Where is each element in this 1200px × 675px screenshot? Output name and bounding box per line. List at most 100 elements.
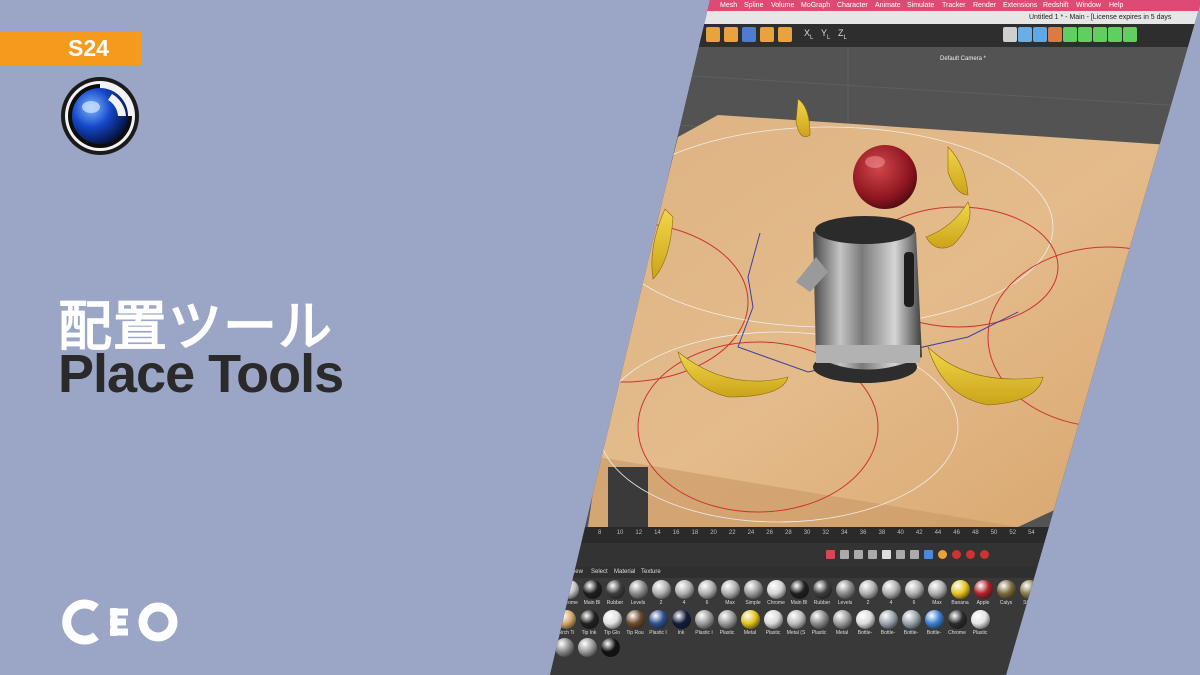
material-swatch[interactable]: Tip Glo xyxy=(601,610,623,636)
material-swatch[interactable]: Chrome xyxy=(558,580,580,606)
material-swatch[interactable]: Metal (S xyxy=(785,610,807,636)
material-swatch[interactable]: Ink xyxy=(670,610,692,636)
menu-animate[interactable]: Animate xyxy=(875,0,901,11)
cloner-icon[interactable] xyxy=(1123,27,1137,42)
record-button[interactable] xyxy=(952,550,961,559)
axis-y-sub: L xyxy=(827,34,831,41)
camera-label[interactable]: Default Camera * xyxy=(940,56,986,62)
material-swatch[interactable]: Max xyxy=(926,580,948,606)
material-swatch[interactable]: Plastic xyxy=(716,610,738,636)
material-swatch[interactable]: Chrome xyxy=(946,610,968,636)
menu-character[interactable]: Character xyxy=(837,0,868,11)
material-swatch[interactable]: Rubber xyxy=(811,580,833,606)
timeline-ruler[interactable]: 8 10 12 14 16 18 20 22 24 26 28 30 32 34 36 38 40 42 44 46 4… xyxy=(550,527,1200,543)
deformer-icon[interactable] xyxy=(1078,27,1092,42)
material-menu-material[interactable]: Material xyxy=(614,567,635,578)
material-swatch[interactable]: Bottle- xyxy=(900,610,922,636)
material-swatch[interactable]: Main Bl xyxy=(581,580,603,606)
material-swatch[interactable]: Metal xyxy=(739,610,761,636)
material-menu-texture[interactable]: Texture xyxy=(641,567,661,578)
material-label: Tip Glo xyxy=(604,630,620,636)
play-back-button[interactable] xyxy=(868,550,877,559)
material-swatch[interactable]: Bottle- xyxy=(877,610,899,636)
prev-key-button[interactable] xyxy=(854,550,863,559)
render-view-icon[interactable] xyxy=(1003,27,1017,42)
material-menu-view[interactable]: View xyxy=(570,567,583,578)
dynamic-place-icon[interactable] xyxy=(760,27,774,42)
field-icon[interactable] xyxy=(1108,27,1122,42)
record-key-button[interactable] xyxy=(826,550,835,559)
menu-volume[interactable]: Volume xyxy=(771,0,794,11)
material-swatch[interactable]: 4 xyxy=(880,580,902,606)
material-swatch[interactable]: Plastic xyxy=(762,610,784,636)
scatter-place-icon[interactable] xyxy=(778,27,792,42)
material-swatch[interactable]: Stem xyxy=(1018,580,1040,606)
material-swatch[interactable]: 4 xyxy=(673,580,695,606)
material-swatch[interactable]: Max xyxy=(719,580,741,606)
menu-simulate[interactable]: Simulate xyxy=(907,0,934,11)
material-preview-icon xyxy=(855,610,875,629)
place-tool-icon[interactable] xyxy=(742,27,756,42)
menu-window[interactable]: Window xyxy=(1076,0,1101,11)
menu-spline[interactable]: Spline xyxy=(744,0,763,11)
menu-mesh[interactable]: Mesh xyxy=(720,0,737,11)
goto-end-button[interactable] xyxy=(910,550,919,559)
material-swatch[interactable]: Levels xyxy=(627,580,649,606)
material-swatch[interactable] xyxy=(553,638,575,658)
loop-button[interactable] xyxy=(924,550,933,559)
lock-y-axis-button[interactable]: YL xyxy=(821,28,830,41)
autokey-button[interactable] xyxy=(938,550,947,559)
lock-x-axis-button[interactable]: XL xyxy=(804,28,813,41)
lock-z-axis-button[interactable]: ZL xyxy=(838,28,847,41)
cube-icon[interactable] xyxy=(724,27,738,42)
material-label: Apple xyxy=(976,600,990,606)
menu-help[interactable]: Help xyxy=(1109,0,1123,11)
material-swatch[interactable]: Calyx xyxy=(995,580,1017,606)
apple-model xyxy=(853,145,917,209)
material-swatch[interactable]: Apple xyxy=(972,580,994,606)
menu-render[interactable]: Render xyxy=(973,0,996,11)
mograph-icon[interactable] xyxy=(1093,27,1107,42)
pen-icon[interactable] xyxy=(1048,27,1062,42)
material-swatch[interactable]: Plastic I xyxy=(693,610,715,636)
menu-redshift[interactable]: Redshift xyxy=(1043,0,1069,11)
material-swatch[interactable]: 6 xyxy=(903,580,925,606)
menu-mograph[interactable]: MoGraph xyxy=(801,0,830,11)
material-swatch[interactable]: Metal xyxy=(831,610,853,636)
material-swatch[interactable]: Birch Ti xyxy=(555,610,577,636)
material-swatch[interactable]: Main Bl xyxy=(788,580,810,606)
goto-start-button[interactable] xyxy=(840,550,849,559)
material-swatch[interactable]: Simple xyxy=(742,580,764,606)
timeline-tick: 38 xyxy=(878,530,886,536)
material-menu-select[interactable]: Select xyxy=(591,567,608,578)
next-key-button[interactable] xyxy=(896,550,905,559)
material-swatch[interactable]: Levels xyxy=(834,580,856,606)
material-swatch[interactable]: Plastic xyxy=(808,610,830,636)
material-swatch[interactable]: 2 xyxy=(650,580,672,606)
menu-tracker[interactable]: Tracker xyxy=(942,0,965,11)
3d-viewport[interactable]: Default Camera * xyxy=(550,47,1200,527)
play-button[interactable] xyxy=(882,550,891,559)
material-swatch[interactable]: 6 xyxy=(696,580,718,606)
material-swatch[interactable] xyxy=(576,638,598,658)
menu-bar: Mesh Spline Volume MoGraph Character Ani… xyxy=(550,0,1200,11)
undo-icon[interactable] xyxy=(706,27,720,42)
generator-icon[interactable] xyxy=(1063,27,1077,42)
material-swatch[interactable]: Banana xyxy=(949,580,971,606)
material-swatch[interactable]: Plastic xyxy=(969,610,991,636)
material-swatch[interactable]: Chrome xyxy=(765,580,787,606)
material-swatch[interactable]: Bottle- xyxy=(854,610,876,636)
material-swatch[interactable]: 2 xyxy=(857,580,879,606)
primitive-cube-icon[interactable] xyxy=(1033,27,1047,42)
material-swatch[interactable] xyxy=(599,638,621,658)
material-swatch[interactable]: Tip Rou xyxy=(624,610,646,636)
material-swatch[interactable]: Bottle- xyxy=(923,610,945,636)
keyframe-button[interactable] xyxy=(966,550,975,559)
menu-extensions[interactable]: Extensions xyxy=(1003,0,1037,11)
material-swatch[interactable]: Tip Ink xyxy=(578,610,600,636)
perspective-icon[interactable] xyxy=(1018,27,1032,42)
material-label: 2 xyxy=(659,600,663,606)
material-swatch[interactable]: Plastic I xyxy=(647,610,669,636)
material-swatch[interactable]: Rubber xyxy=(604,580,626,606)
key-settings-button[interactable] xyxy=(980,550,989,559)
